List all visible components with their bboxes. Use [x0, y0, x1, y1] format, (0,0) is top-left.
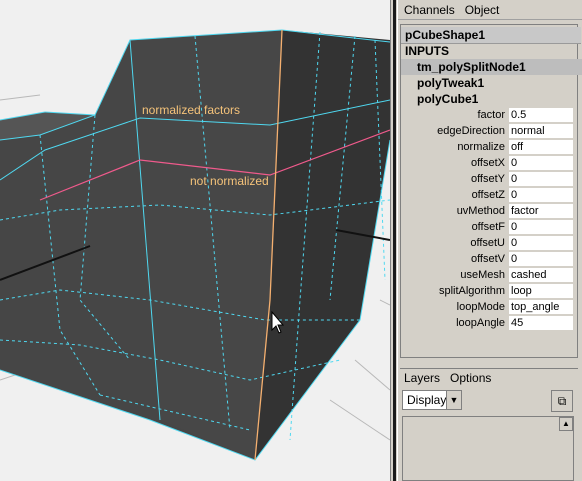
attr-label: loopMode	[456, 301, 505, 313]
pane-divider	[393, 0, 396, 481]
attr-row-splitalgorithm: splitAlgorithm loop	[401, 283, 577, 299]
attr-row-factor: factor 0.5	[401, 107, 577, 123]
attr-row-loopangle: loopAngle 45	[401, 315, 577, 331]
attr-value-field[interactable]: 0	[509, 172, 573, 186]
attr-value-field[interactable]: off	[509, 140, 573, 154]
attr-row-loopmode: loopMode top_angle	[401, 299, 577, 315]
scroll-up-icon[interactable]: ▲	[559, 417, 573, 431]
attr-row-offsetx: offsetX 0	[401, 155, 577, 171]
attr-row-offsetz: offsetZ 0	[401, 187, 577, 203]
attr-value-field[interactable]: 0.5	[509, 108, 573, 122]
annotation-normalized: normalized factors	[142, 103, 241, 117]
attr-value-field[interactable]: factor	[509, 204, 573, 218]
attr-label: normalize	[457, 141, 505, 153]
attr-row-offsetf: offsetF 0	[401, 219, 577, 235]
attr-label: offsetY	[470, 173, 505, 185]
attr-label: offsetF	[471, 221, 505, 233]
attr-row-edgedirection: edgeDirection normal	[401, 123, 577, 139]
display-dropdown-value: Display	[407, 393, 447, 407]
menu-options[interactable]: Options	[450, 371, 491, 385]
channel-box-panel: Channels Object pCubeShape1 INPUTS tm_po…	[398, 0, 582, 481]
attr-value-field[interactable]: cashed	[509, 268, 573, 282]
shape-node-name[interactable]: pCubeShape1	[401, 27, 581, 44]
inputs-heading: INPUTS	[405, 44, 450, 58]
attr-value-field[interactable]: 0	[509, 236, 573, 250]
attr-row-usemesh: useMesh cashed	[401, 267, 577, 283]
new-layer-button[interactable]: ⧉	[551, 390, 573, 412]
attr-value-field[interactable]: 0	[509, 156, 573, 170]
menu-layers[interactable]: Layers	[404, 371, 440, 385]
layer-list[interactable]: ▲	[402, 416, 574, 481]
attr-value-field[interactable]: top_angle	[509, 300, 573, 314]
chevron-down-icon[interactable]: ▼	[446, 391, 461, 409]
display-dropdown[interactable]: Display ▼	[402, 390, 462, 410]
attr-label: uvMethod	[456, 205, 505, 217]
input-node-polytweak1[interactable]: polyTweak1	[401, 75, 582, 91]
attr-value-field[interactable]: 45	[509, 316, 573, 330]
attr-row-uvmethod: uvMethod factor	[401, 203, 577, 219]
annotation-not-normalized: not normalized	[190, 174, 269, 188]
attr-label: edgeDirection	[437, 125, 505, 137]
3d-viewport[interactable]: normalized factors not normalized	[0, 0, 390, 481]
attr-label: factor	[477, 109, 505, 121]
attr-row-offsetu: offsetU 0	[401, 235, 577, 251]
channel-box: pCubeShape1 INPUTS tm_polySplitNode1 pol…	[400, 24, 582, 358]
attr-label: loopAngle	[456, 317, 505, 329]
attr-value-field[interactable]: 0	[509, 220, 573, 234]
menu-object[interactable]: Object	[465, 3, 500, 17]
menu-channels[interactable]: Channels	[404, 3, 455, 17]
attr-value-field[interactable]: normal	[509, 124, 573, 138]
attr-row-normalize: normalize off	[401, 139, 577, 155]
attr-value-field[interactable]: 0	[509, 188, 573, 202]
attr-label: offsetV	[470, 253, 505, 265]
attr-label: offsetX	[470, 157, 505, 169]
attr-value-field[interactable]: loop	[509, 284, 573, 298]
attr-row-offsety: offsetY 0	[401, 171, 577, 187]
attr-value-field[interactable]: 0	[509, 252, 573, 266]
new-layer-icon: ⧉	[557, 394, 567, 408]
input-node-polycube1[interactable]: polyCube1	[401, 91, 582, 107]
layers-menubar: Layers Options	[400, 368, 578, 386]
attr-label: offsetU	[470, 237, 505, 249]
attr-label: offsetZ	[471, 189, 505, 201]
viewport-canvas[interactable]	[0, 0, 390, 481]
attr-label: splitAlgorithm	[438, 285, 505, 297]
channel-box-menubar: Channels Object	[398, 0, 582, 20]
attr-label: useMesh	[460, 269, 505, 281]
input-node-tm-polysplitnode1[interactable]: tm_polySplitNode1	[401, 59, 582, 75]
attr-row-offsetv: offsetV 0	[401, 251, 577, 267]
